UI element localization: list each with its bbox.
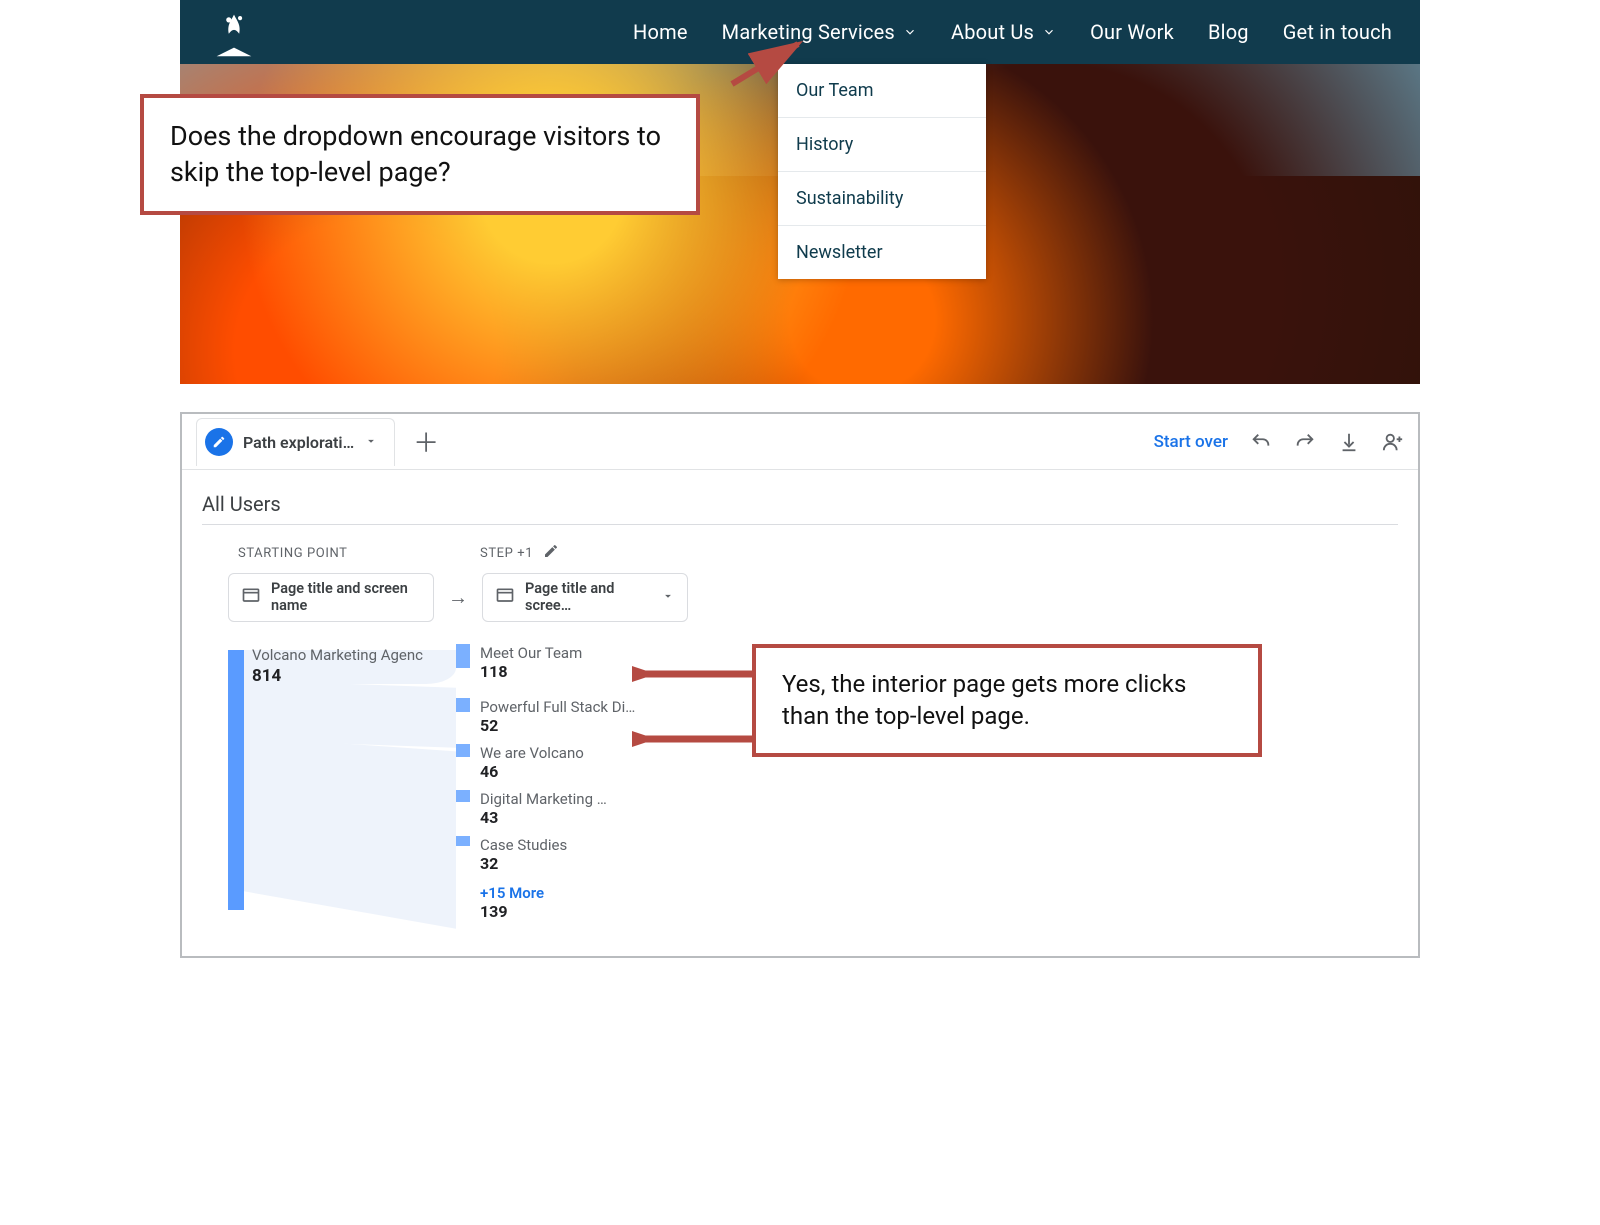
website-screenshot: Home Marketing Services About Us Our Wor… — [180, 0, 1420, 384]
undo-icon[interactable] — [1250, 431, 1272, 453]
source-node-label: Volcano Marketing Agenc — [252, 646, 423, 664]
step-header-step1: STEP +1 — [480, 543, 674, 563]
pencil-icon[interactable] — [543, 543, 559, 563]
dropdown-item-sustainability[interactable]: Sustainability — [778, 172, 986, 226]
nav-marketing-services[interactable]: Marketing Services — [722, 20, 917, 44]
nav-about-us[interactable]: About Us — [951, 20, 1056, 44]
dest-node[interactable]: We are Volcano46 — [456, 744, 584, 781]
start-over-button[interactable]: Start over — [1154, 432, 1228, 452]
dropdown-item-our-team[interactable]: Our Team — [778, 64, 986, 118]
step-header-start: STARTING POINT — [238, 543, 432, 563]
dropdown-item-newsletter[interactable]: Newsletter — [778, 226, 986, 279]
dest-node-more[interactable]: +15 More139 — [456, 884, 544, 921]
share-user-icon[interactable] — [1382, 431, 1404, 453]
dimension-pill-start[interactable]: Page title and screen name — [228, 573, 434, 622]
nav-home[interactable]: Home — [633, 20, 688, 44]
caret-down-icon — [661, 588, 675, 607]
dest-node[interactable]: Digital Marketing …43 — [456, 790, 607, 827]
nav-our-work[interactable]: Our Work — [1090, 20, 1174, 44]
page-icon — [495, 586, 515, 610]
ga-tabbar: Path explorati… ＋ Start over — [182, 414, 1418, 470]
page-icon — [241, 586, 261, 610]
dropdown-item-history[interactable]: History — [778, 118, 986, 172]
dest-node[interactable]: Meet Our Team118 — [456, 644, 582, 681]
source-node-bar[interactable] — [228, 650, 244, 910]
add-tab-button[interactable]: ＋ — [405, 421, 447, 463]
dest-node[interactable]: Powerful Full Stack Di…52 — [456, 698, 635, 735]
redo-icon[interactable] — [1294, 431, 1316, 453]
ga-path-exploration-screenshot: Path explorati… ＋ Start over All Users S… — [180, 412, 1420, 958]
segment-label: All Users — [202, 486, 1398, 525]
dest-node[interactable]: Case Studies32 — [456, 836, 567, 873]
ga-toolbar-actions: Start over — [1154, 431, 1404, 453]
site-navbar: Home Marketing Services About Us Our Wor… — [180, 0, 1420, 64]
caret-down-icon — [364, 433, 378, 452]
nav-get-in-touch[interactable]: Get in touch — [1283, 20, 1392, 44]
about-us-dropdown: Our Team History Sustainability Newslett… — [778, 64, 986, 279]
nav-blog[interactable]: Blog — [1208, 20, 1249, 44]
download-icon[interactable] — [1338, 431, 1360, 453]
chevron-down-icon — [1042, 20, 1056, 44]
source-node-value: 814 — [252, 666, 281, 686]
volcano-logo[interactable] — [208, 6, 260, 58]
arrow-right-icon: → — [448, 585, 468, 610]
chevron-down-icon — [903, 20, 917, 44]
dimension-pill-step1[interactable]: Page title and scree… — [482, 573, 688, 622]
ga-tab-path-exploration[interactable]: Path explorati… — [196, 418, 395, 466]
pencil-icon — [205, 428, 233, 456]
annotation-callout-bottom: Yes, the interior page gets more clicks … — [752, 644, 1262, 757]
annotation-callout-top: Does the dropdown encourage visitors to … — [140, 94, 700, 215]
